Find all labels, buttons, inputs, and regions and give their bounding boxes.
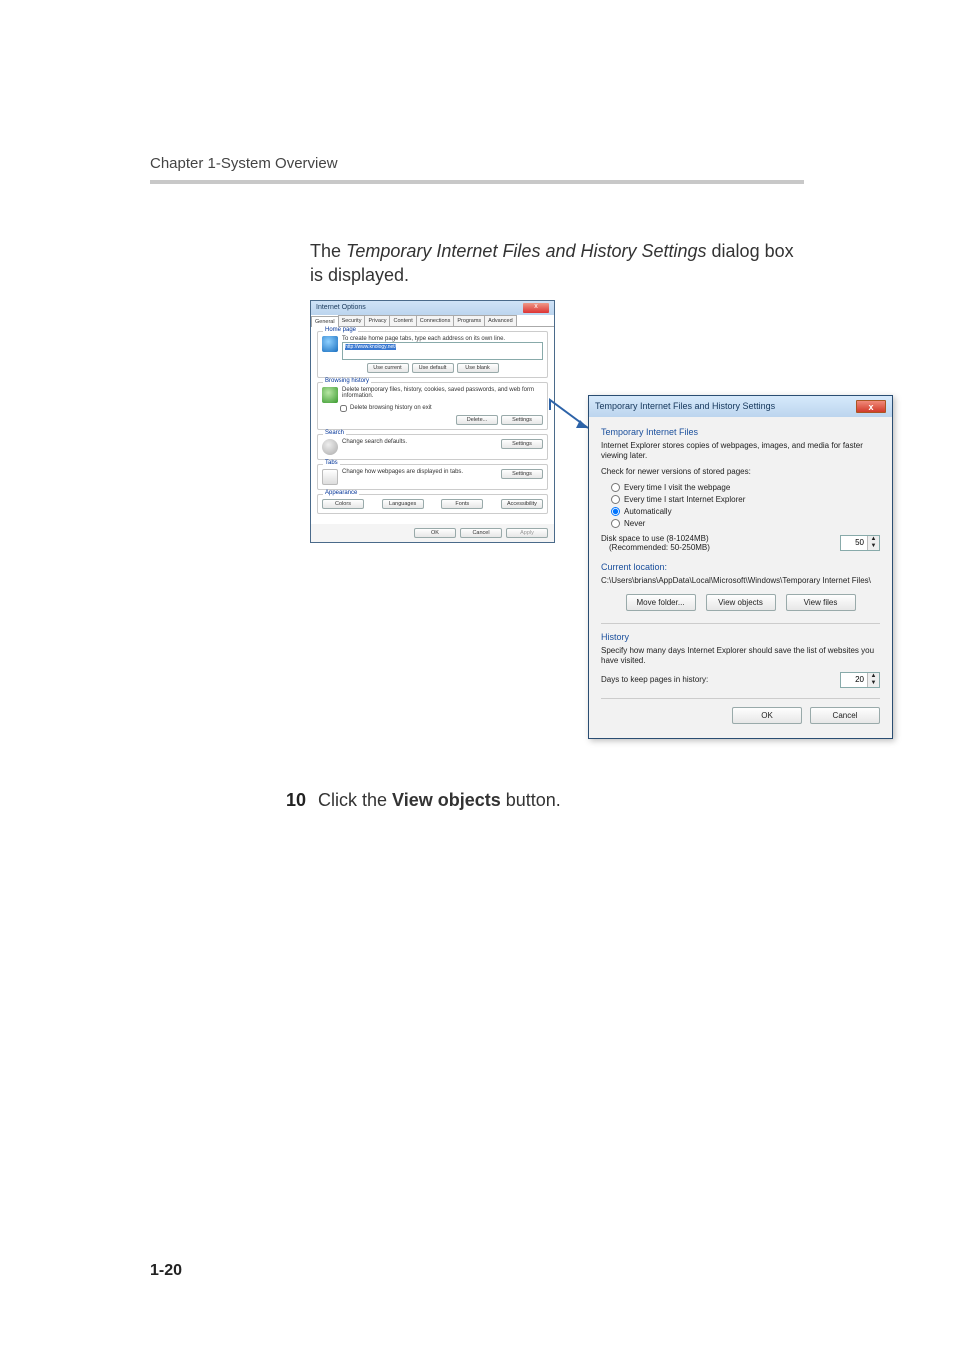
tif-title-text: Temporary Internet Files and History Set… bbox=[595, 401, 775, 411]
header-rule bbox=[150, 180, 804, 184]
history-delete-button[interactable]: Delete... bbox=[456, 415, 498, 425]
days-input[interactable] bbox=[841, 673, 867, 687]
io-apply-button[interactable]: Apply bbox=[506, 528, 548, 538]
page-number: 1-20 bbox=[150, 1262, 182, 1280]
callout-connector bbox=[548, 398, 593, 433]
history-text: Specify how many days Internet Explorer … bbox=[601, 646, 880, 666]
step-prefix: Click the bbox=[318, 790, 392, 810]
io-cancel-button[interactable]: Cancel bbox=[460, 528, 502, 538]
history-icon bbox=[322, 387, 338, 403]
io-home-group: Home page To create home page tabs, type… bbox=[317, 331, 548, 378]
use-blank-button[interactable]: Use blank bbox=[457, 363, 499, 373]
disk-space-input[interactable] bbox=[841, 536, 867, 550]
io-tabs-text: Change how webpages are displayed in tab… bbox=[342, 469, 497, 475]
use-current-button[interactable]: Use current bbox=[367, 363, 409, 373]
step-suffix: button. bbox=[501, 790, 561, 810]
screenshot-area: Internet Options x General Security Priv… bbox=[310, 300, 804, 780]
radio-every-visit[interactable]: Every time I visit the webpage bbox=[611, 483, 880, 492]
tif-section-head: Temporary Internet Files bbox=[601, 427, 880, 437]
tab-privacy[interactable]: Privacy bbox=[364, 315, 390, 326]
step-10: 10 Click the View objects button. bbox=[280, 790, 804, 811]
tabs-settings-button[interactable]: Settings bbox=[501, 469, 543, 479]
tab-advanced[interactable]: Advanced bbox=[484, 315, 516, 326]
io-appearance-group: Appearance Colors Languages Fonts Access… bbox=[317, 494, 548, 514]
spinner-arrows-icon[interactable]: ▲▼ bbox=[867, 536, 879, 550]
disk-space-spinner[interactable]: ▲▼ bbox=[840, 535, 880, 551]
io-history-group: Browsing history Delete temporary files,… bbox=[317, 382, 548, 430]
cur-loc-head: Current location: bbox=[601, 562, 880, 572]
search-icon bbox=[322, 439, 338, 455]
radio-never[interactable]: Never bbox=[611, 519, 880, 528]
io-titlebar: Internet Options x bbox=[311, 301, 554, 315]
tif-divider-2 bbox=[601, 698, 880, 699]
tab-content[interactable]: Content bbox=[389, 315, 416, 326]
step-bold: View objects bbox=[392, 790, 501, 810]
home-icon bbox=[322, 336, 338, 352]
io-search-text: Change search defaults. bbox=[342, 439, 497, 445]
intro-italic: Temporary Internet Files and History Set… bbox=[346, 241, 707, 261]
radio-automatically[interactable]: Automatically bbox=[611, 507, 880, 516]
delete-on-exit-label: Delete browsing history on exit bbox=[350, 405, 432, 411]
tab-general[interactable]: General bbox=[311, 316, 339, 327]
io-home-legend: Home page bbox=[323, 327, 358, 333]
step-number: 10 bbox=[280, 790, 306, 811]
tab-programs[interactable]: Programs bbox=[453, 315, 485, 326]
tif-dialog: Temporary Internet Files and History Set… bbox=[588, 395, 893, 739]
chapter-header: Chapter 1-System Overview bbox=[150, 155, 804, 172]
disk-label: Disk space to use (8-1024MB) bbox=[601, 534, 710, 543]
intro-text: The Temporary Internet Files and History… bbox=[310, 239, 804, 288]
io-ok-button[interactable]: OK bbox=[414, 528, 456, 538]
io-tabs-legend: Tabs bbox=[323, 460, 340, 466]
history-head: History bbox=[601, 632, 880, 642]
disk-rec: (Recommended: 50-250MB) bbox=[609, 543, 710, 552]
cur-loc-path: C:\Users\brians\AppData\Local\Microsoft\… bbox=[601, 576, 880, 586]
io-home-url[interactable]: http://www.knology.net/ bbox=[342, 342, 543, 360]
delete-on-exit-checkbox[interactable] bbox=[340, 405, 347, 412]
view-objects-button[interactable]: View objects bbox=[706, 594, 776, 611]
tif-cancel-button[interactable]: Cancel bbox=[810, 707, 880, 724]
view-files-button[interactable]: View files bbox=[786, 594, 856, 611]
move-folder-button[interactable]: Move folder... bbox=[626, 594, 696, 611]
io-tabs-group: Tabs Change how webpages are displayed i… bbox=[317, 464, 548, 490]
io-search-legend: Search bbox=[323, 430, 346, 436]
languages-button[interactable]: Languages bbox=[382, 499, 424, 509]
tif-desc: Internet Explorer stores copies of webpa… bbox=[601, 441, 880, 461]
io-history-legend: Browsing history bbox=[323, 378, 371, 384]
io-tabs[interactable]: General Security Privacy Content Connect… bbox=[311, 315, 554, 327]
use-default-button[interactable]: Use default bbox=[412, 363, 454, 373]
days-spinner[interactable]: ▲▼ bbox=[840, 672, 880, 688]
io-history-text: Delete temporary files, history, cookies… bbox=[342, 387, 543, 399]
colors-button[interactable]: Colors bbox=[322, 499, 364, 509]
radio-every-start[interactable]: Every time I start Internet Explorer bbox=[611, 495, 880, 504]
io-search-group: Search Change search defaults. Settings bbox=[317, 434, 548, 460]
tif-close-button[interactable]: x bbox=[856, 400, 886, 413]
tif-divider bbox=[601, 623, 880, 624]
fonts-button[interactable]: Fonts bbox=[441, 499, 483, 509]
io-title-text: Internet Options bbox=[316, 304, 366, 311]
tif-ok-button[interactable]: OK bbox=[732, 707, 802, 724]
tif-titlebar: Temporary Internet Files and History Set… bbox=[589, 396, 892, 417]
internet-options-dialog: Internet Options x General Security Priv… bbox=[310, 300, 555, 543]
days-label: Days to keep pages in history: bbox=[601, 675, 708, 684]
tab-connections[interactable]: Connections bbox=[416, 315, 455, 326]
search-settings-button[interactable]: Settings bbox=[501, 439, 543, 449]
tif-check-label: Check for newer versions of stored pages… bbox=[601, 467, 880, 477]
tabs-icon bbox=[322, 469, 338, 485]
io-close-button[interactable]: x bbox=[523, 303, 549, 313]
accessibility-button[interactable]: Accessibility bbox=[501, 499, 543, 509]
tab-security[interactable]: Security bbox=[338, 315, 366, 326]
intro-prefix: The bbox=[310, 241, 346, 261]
history-settings-button[interactable]: Settings bbox=[501, 415, 543, 425]
io-appearance-legend: Appearance bbox=[323, 490, 359, 496]
spinner-arrows-icon[interactable]: ▲▼ bbox=[867, 673, 879, 687]
